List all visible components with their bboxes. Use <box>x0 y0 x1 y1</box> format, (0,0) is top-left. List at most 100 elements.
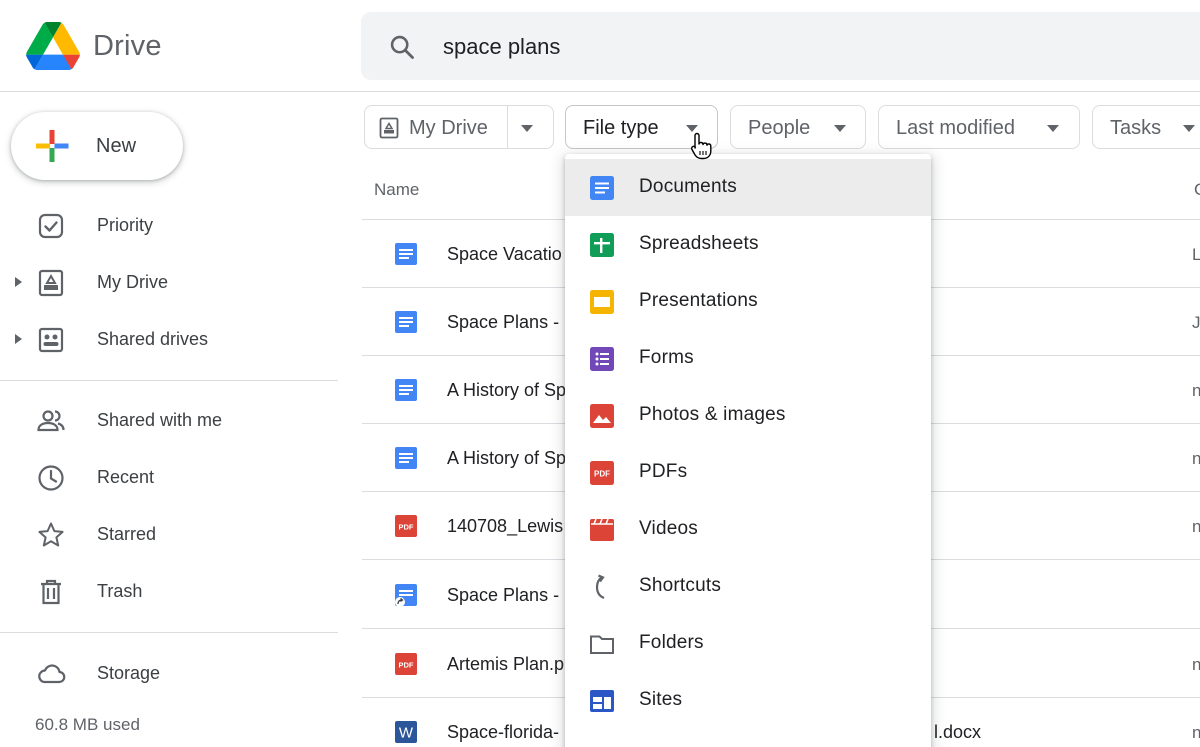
menu-item-label: Sites <box>639 689 683 710</box>
trash-icon <box>41 579 61 605</box>
file-owner: n <box>1192 723 1200 742</box>
folder-icon <box>590 635 614 654</box>
forms-icon <box>590 347 614 371</box>
people-filter-chip[interactable]: People <box>730 105 866 149</box>
sidebar-item-recent[interactable]: Recent <box>0 453 340 501</box>
sidebar-item-shared-with-me[interactable]: Shared with me <box>0 396 340 444</box>
video-icon <box>590 518 614 541</box>
chip-separator <box>507 106 508 148</box>
file-name: A History of Sp <box>447 380 567 400</box>
word-icon: W <box>395 721 417 743</box>
docs-shortcut-icon <box>395 584 417 607</box>
file-type-filter-label: File type <box>583 117 659 139</box>
sidebar-item-label: Shared with me <box>97 410 223 430</box>
file-name: 140708_Lewis <box>447 516 564 536</box>
sidebar-item-label: Trash <box>97 581 143 601</box>
menu-item-documents[interactable]: Documents <box>565 159 931 216</box>
drive-logo-icon[interactable] <box>26 22 80 70</box>
sidebar-item-label: Storage <box>97 663 161 683</box>
chevron-down-icon <box>834 125 846 132</box>
sidebar-item-label: Recent <box>97 467 155 487</box>
new-button[interactable]: New <box>11 112 183 180</box>
menu-item-label: Presentations <box>639 290 758 311</box>
chevron-down-icon <box>1047 125 1059 132</box>
menu-item-photos-images[interactable]: Photos & images <box>565 387 931 444</box>
cloud-icon <box>38 664 66 684</box>
search-icon[interactable] <box>388 33 416 61</box>
my-drive-icon <box>38 269 64 297</box>
column-header-owner[interactable]: C <box>1194 180 1200 200</box>
sidebar-divider <box>0 632 338 633</box>
tasks-filter-label: Tasks <box>1110 117 1162 139</box>
sidebar-item-label: Starred <box>97 524 157 544</box>
sidebar-item-storage[interactable]: Storage <box>0 649 340 697</box>
menu-item-label: Shortcuts <box>639 575 722 596</box>
location-filter-chip[interactable]: My Drive <box>364 105 554 149</box>
location-filter-label: My Drive <box>409 117 488 139</box>
file-name: Space Plans - <box>447 312 560 332</box>
file-owner: n <box>1192 517 1200 536</box>
image-icon <box>590 404 614 428</box>
docs-icon <box>395 379 417 401</box>
sidebar-item-label: My Drive <box>97 272 168 292</box>
menu-item-forms[interactable]: Forms <box>565 330 931 387</box>
sidebar-item-trash[interactable]: Trash <box>0 567 340 615</box>
storage-used-text: 60.8 MB used <box>35 715 140 734</box>
sidebar-divider <box>0 380 338 381</box>
shared-drives-icon <box>38 327 64 353</box>
menu-item-videos[interactable]: Videos <box>565 501 931 558</box>
last-modified-filter-chip[interactable]: Last modified <box>878 105 1080 149</box>
file-name: Artemis Plan.p <box>447 654 565 674</box>
menu-item-label: Spreadsheets <box>639 233 759 254</box>
svg-text:PDF: PDF <box>399 523 414 532</box>
sheets-icon <box>590 233 614 257</box>
menu-item-label: Photos & images <box>639 404 786 425</box>
menu-item-label: Forms <box>639 347 694 368</box>
menu-item-spreadsheets[interactable]: Spreadsheets <box>565 216 931 273</box>
plus-icon <box>36 130 69 162</box>
sidebar-item-shared-drives[interactable]: Shared drives <box>0 315 340 363</box>
file-owner: n <box>1192 449 1200 468</box>
new-button-label: New <box>96 135 137 157</box>
file-name: Space Plans - <box>447 585 560 605</box>
menu-item-folders[interactable]: Folders <box>565 615 931 672</box>
svg-text:PDF: PDF <box>594 470 610 479</box>
drive-app: Drive New Priority My Drive <box>0 0 1200 747</box>
docs-icon <box>590 176 614 200</box>
file-name-tail: l.docx <box>934 722 982 742</box>
menu-item-pdfs[interactable]: PDF PDFs <box>565 444 931 501</box>
menu-item-presentations[interactable]: Presentations <box>565 273 931 330</box>
search-input[interactable] <box>443 33 1043 61</box>
svg-text:PDF: PDF <box>399 661 414 670</box>
pdf-icon: PDF <box>395 515 417 537</box>
sidebar-item-starred[interactable]: Starred <box>0 510 340 558</box>
menu-item-sites[interactable]: Sites <box>565 672 931 729</box>
chevron-down-icon[interactable] <box>521 125 533 132</box>
tasks-filter-chip[interactable]: Tasks <box>1092 105 1200 149</box>
column-header-name[interactable]: Name <box>374 180 419 200</box>
chevron-down-icon <box>1183 125 1195 132</box>
slides-icon <box>590 290 614 314</box>
star-icon <box>38 522 64 547</box>
hand-cursor-icon <box>690 132 712 160</box>
caret-right-icon[interactable] <box>12 332 24 346</box>
svg-text:W: W <box>399 725 414 742</box>
file-owner: J <box>1192 313 1200 332</box>
clock-icon <box>38 465 64 491</box>
file-name: Space-florida- <box>447 722 560 742</box>
file-owner: L <box>1192 245 1200 264</box>
sidebar-item-priority[interactable]: Priority <box>0 201 340 249</box>
docs-icon <box>395 243 417 265</box>
pdf-icon: PDF <box>395 653 417 675</box>
sidebar-item-label: Priority <box>97 215 154 235</box>
caret-right-icon[interactable] <box>12 275 24 289</box>
menu-item-label: Folders <box>639 632 704 653</box>
sites-icon <box>590 690 614 712</box>
sidebar-item-my-drive[interactable]: My Drive <box>0 258 340 306</box>
file-name: Space Vacatio <box>447 244 562 264</box>
last-modified-filter-label: Last modified <box>896 117 1015 139</box>
shortcut-icon <box>595 574 605 600</box>
file-name: A History of Sp <box>447 448 567 468</box>
file-type-menu: Documents Spreadsheets Presentations For… <box>565 154 931 747</box>
menu-item-shortcuts[interactable]: Shortcuts <box>565 558 931 615</box>
